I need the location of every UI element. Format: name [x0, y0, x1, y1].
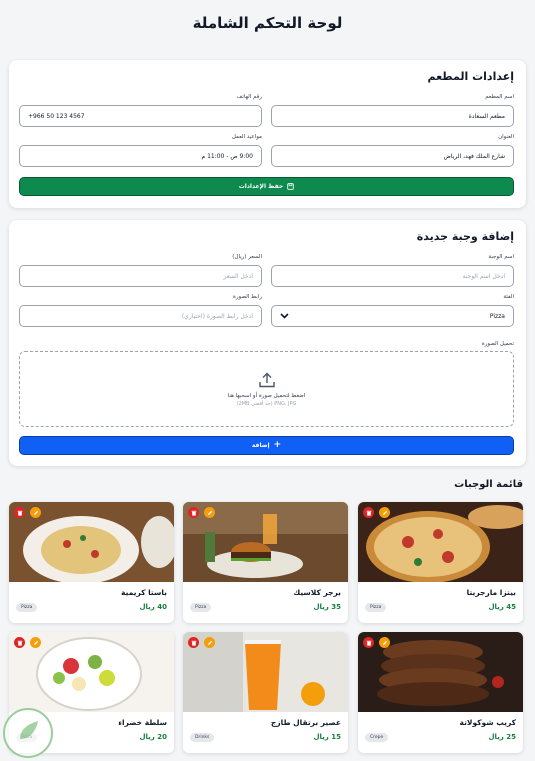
meal-price: 20 ريال [139, 733, 167, 741]
trash-icon [366, 510, 371, 516]
restaurant-name-field[interactable] [271, 105, 514, 127]
category-badge: Drinks [190, 733, 215, 742]
save-icon [287, 183, 294, 190]
address-label: العنوان [498, 134, 514, 140]
delete-button[interactable] [363, 637, 374, 648]
category-value: Pizza [489, 312, 505, 320]
delete-button[interactable] [363, 507, 374, 518]
trash-icon [17, 640, 22, 646]
meal-price: 25 ريال [488, 733, 516, 741]
edit-button[interactable] [204, 507, 215, 518]
save-settings-label: حفظ الإعدادات [238, 183, 284, 190]
meal-card: باستا كريمية 40 ريال Pizza [9, 502, 174, 623]
pencil-icon [33, 640, 38, 645]
category-badge: Pizza [365, 603, 387, 612]
meal-name: عصير برتقال طازج [270, 718, 341, 727]
meal-card: بيتزا مارجريتا 45 ريال Pizza [358, 502, 523, 623]
add-meal-button[interactable]: + إضافة [19, 436, 514, 455]
hours-label: مواعيد العمل [231, 134, 262, 140]
delete-button[interactable] [188, 507, 199, 518]
meal-card: برجر كلاسيك 35 ريال Pizza [183, 502, 348, 623]
meal-name: برجر كلاسيك [293, 588, 341, 597]
chevron-down-icon [280, 313, 289, 319]
delete-button[interactable] [188, 637, 199, 648]
meal-name: كريب شوكولاتة [459, 718, 516, 727]
add-meal-card: إضافة وجبة جديدة اسم الوجبة السعر (ريال)… [9, 220, 526, 466]
trash-icon [191, 640, 196, 646]
image-dropzone[interactable]: اضغط لتحميل صورة أو اسحبها هنا PNG, JPG … [19, 351, 514, 427]
meal-name: باستا كريمية [121, 588, 167, 597]
meals-section-title: قائمة الوجبات [454, 479, 523, 490]
meal-card: عصير برتقال طازج 15 ريال Drinks [183, 632, 348, 753]
upload-instructions: اضغط لتحميل صورة أو اسحبها هنا [227, 393, 306, 399]
meal-name-label: اسم الوجبة [488, 254, 514, 260]
delete-button[interactable] [14, 507, 25, 518]
meal-name: سلطة خضراء [118, 718, 167, 727]
meal-price: 15 ريال [313, 733, 341, 741]
page-title: لوحة التحكم الشاملة [192, 14, 343, 32]
edit-button[interactable] [379, 507, 390, 518]
add-meal-label: إضافة [251, 442, 270, 449]
upload-hint: PNG, JPG (حد أقصى 2MB) [236, 401, 297, 407]
delete-button[interactable] [14, 637, 25, 648]
meal-name-field[interactable] [271, 265, 514, 287]
add-meal-title: إضافة وجبة جديدة [416, 230, 514, 243]
upload-label: تحميل الصورة [481, 341, 514, 347]
price-field[interactable] [19, 265, 262, 287]
image-url-field[interactable] [19, 305, 262, 327]
meal-card: كريب شوكولاتة 25 ريال Crepe [358, 632, 523, 753]
edit-button[interactable] [204, 637, 215, 648]
restaurant-settings-card: إعدادات المطعم اسم المطعم رقم الهاتف الع… [9, 60, 526, 208]
edit-button[interactable] [30, 637, 41, 648]
restaurant-name-label: اسم المطعم [485, 94, 514, 100]
edit-button[interactable] [379, 637, 390, 648]
pencil-icon [382, 640, 387, 645]
plus-icon: + [273, 440, 282, 450]
trash-icon [17, 510, 22, 516]
trash-icon [366, 640, 371, 646]
phone-label: رقم الهاتف [236, 94, 262, 100]
category-badge: Pizza [190, 603, 212, 612]
meal-name: بيتزا مارجريتا [466, 588, 516, 597]
phone-field[interactable] [19, 105, 262, 127]
meal-price: 45 ريال [488, 603, 516, 611]
category-badge: Crepe [365, 733, 389, 742]
category-label: الفئة [503, 294, 514, 300]
upload-icon [258, 372, 275, 388]
category-badge: Pizza [16, 603, 38, 612]
pencil-icon [207, 640, 212, 645]
category-select[interactable]: Pizza [271, 305, 514, 327]
watermark-logo [3, 708, 53, 758]
image-url-label: رابط الصورة [232, 294, 262, 300]
address-field[interactable] [271, 145, 514, 167]
meal-price: 35 ريال [313, 603, 341, 611]
hours-field[interactable] [19, 145, 262, 167]
price-label: السعر (ريال) [232, 254, 262, 260]
settings-title: إعدادات المطعم [427, 70, 514, 83]
meal-price: 40 ريال [139, 603, 167, 611]
pencil-icon [207, 510, 212, 515]
trash-icon [191, 510, 196, 516]
edit-button[interactable] [30, 507, 41, 518]
pencil-icon [33, 510, 38, 515]
save-settings-button[interactable]: حفظ الإعدادات [19, 177, 514, 196]
pencil-icon [382, 510, 387, 515]
